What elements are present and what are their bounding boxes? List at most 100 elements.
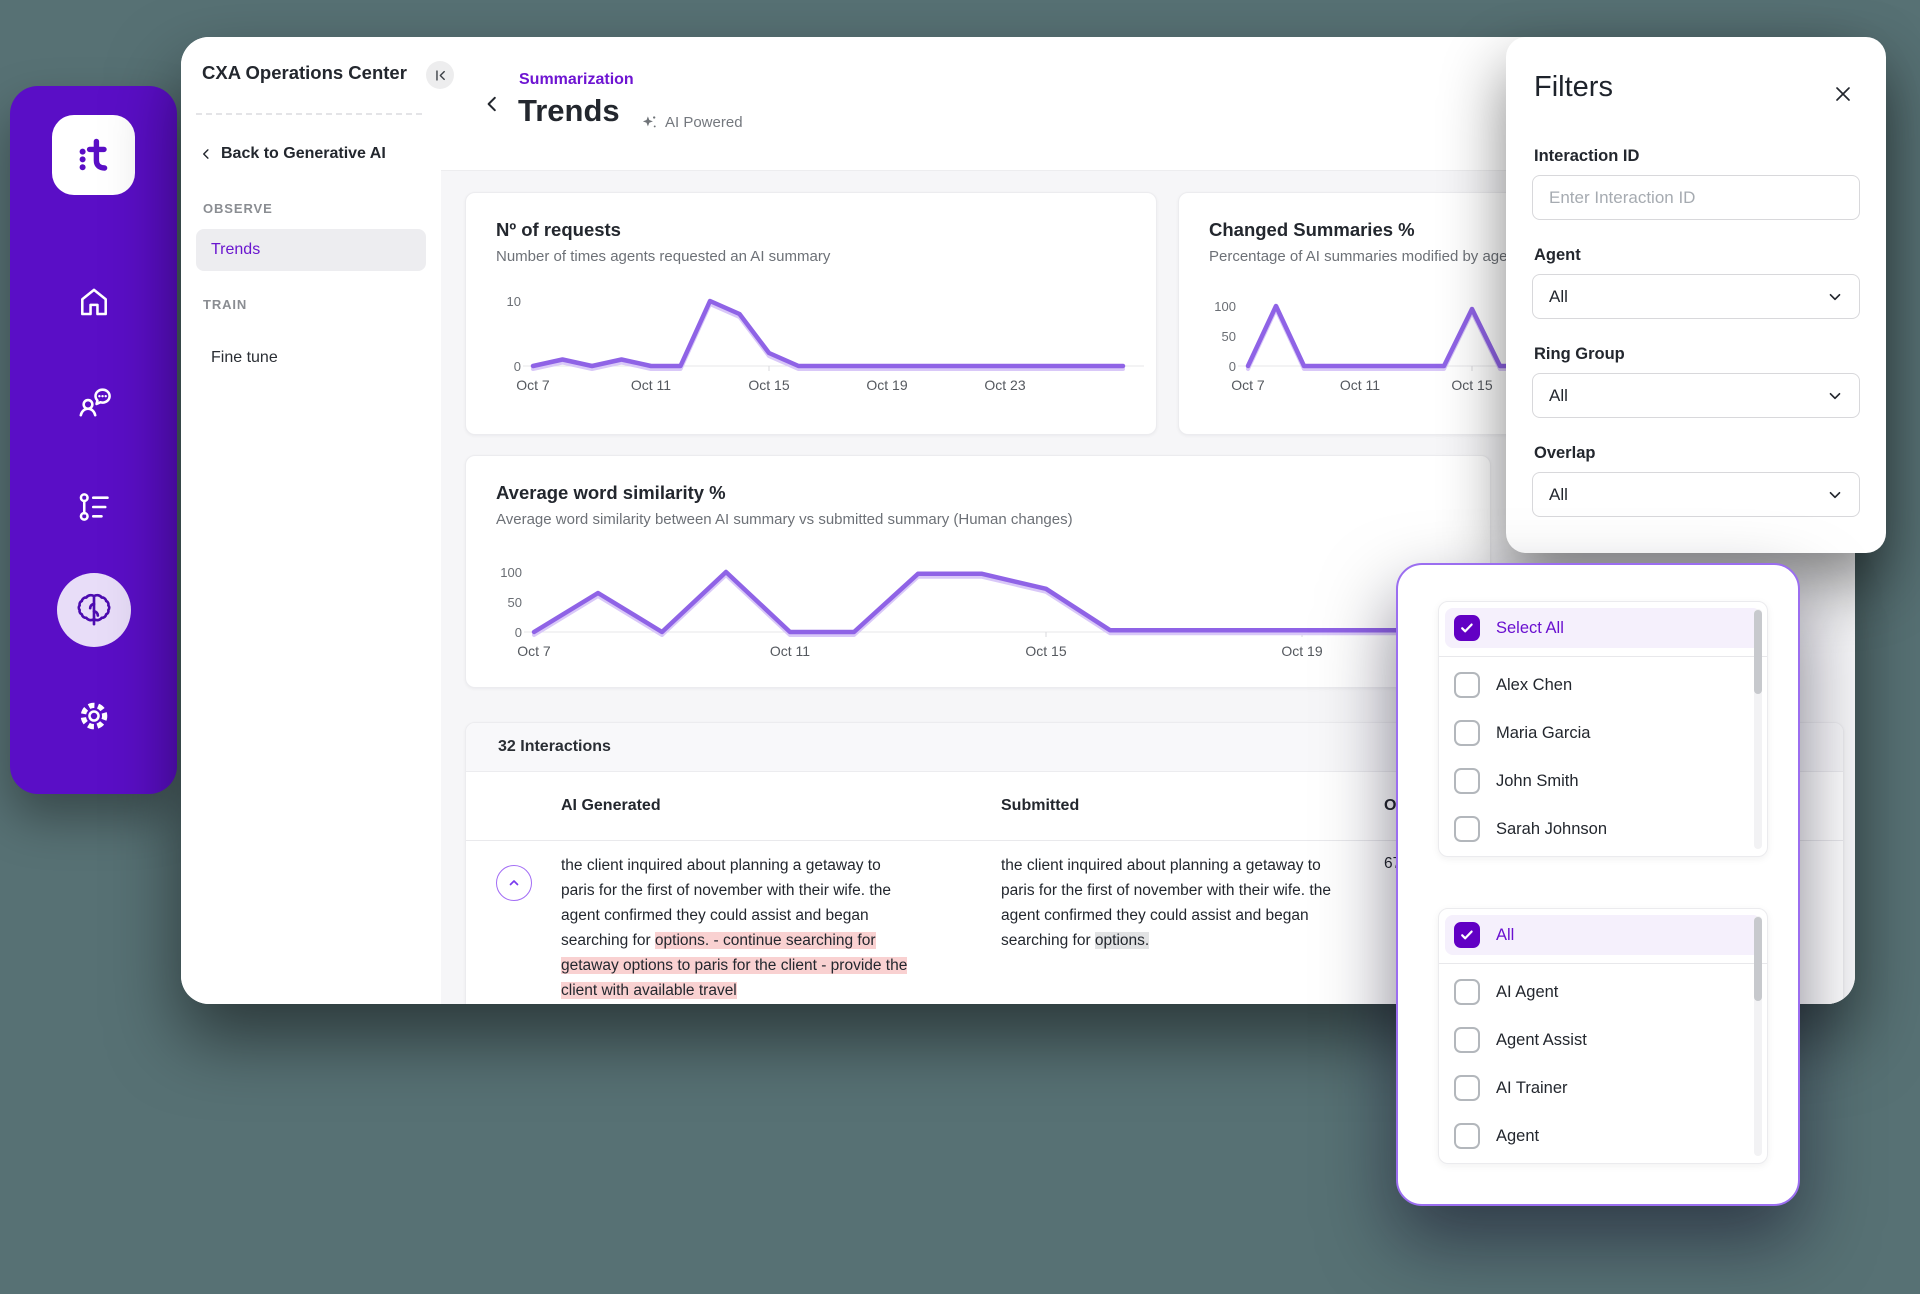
column-header-ai-generated: AI Generated <box>561 772 661 840</box>
column-header-submitted: Submitted <box>1001 772 1079 840</box>
checkbox[interactable] <box>1454 979 1480 1005</box>
list-divider <box>1439 963 1767 964</box>
back-link-label: Back to Generative AI <box>221 145 386 163</box>
svg-text:Oct 7: Oct 7 <box>517 643 551 659</box>
requests-line-chart: Oct 7Oct 11Oct 15Oct 19Oct 23010 <box>476 288 1148 408</box>
chevron-up-icon <box>506 875 522 891</box>
checkbox[interactable] <box>1454 1075 1480 1101</box>
word-similarity-line-chart: Oct 7Oct 11Oct 15Oct 19050100 <box>476 544 1476 672</box>
selected-value: All <box>1549 386 1568 406</box>
svg-text:Oct 11: Oct 11 <box>770 643 810 659</box>
operations-sidebar: CXA Operations Center Back to Generative… <box>181 37 442 1004</box>
filters-title: Filters <box>1534 71 1860 104</box>
option-label: AI Agent <box>1496 983 1558 1002</box>
svg-text:Oct 19: Oct 19 <box>866 377 907 393</box>
svg-text:0: 0 <box>1229 359 1236 374</box>
option-agent-assist[interactable]: Agent Assist <box>1445 1020 1761 1060</box>
chart-subtitle: Percentage of AI summaries modified by a… <box>1209 248 1487 265</box>
option-all[interactable]: All <box>1445 915 1761 955</box>
role-checkbox-list: All AI Agent Agent Assist AI Trainer <box>1438 908 1768 1164</box>
svg-text:100: 100 <box>1214 299 1236 314</box>
overlap-select[interactable]: All <box>1532 472 1860 517</box>
chart-card-changed-summaries: Changed Summaries % Percentage of AI sum… <box>1178 192 1518 435</box>
section-heading-observe: OBSERVE <box>203 201 273 216</box>
sidebar-title: CXA Operations Center <box>202 62 407 84</box>
talkdesk-logo[interactable] <box>52 115 135 195</box>
sidebar-item-fine-tune[interactable]: Fine tune <box>196 337 426 379</box>
option-label: John Smith <box>1496 772 1579 791</box>
field-label: Agent <box>1534 246 1860 265</box>
sidebar-item-trends[interactable]: Trends <box>196 229 426 271</box>
chevron-down-icon <box>1827 289 1843 305</box>
back-to-generative-ai-link[interactable]: Back to Generative AI <box>200 145 386 163</box>
svg-text:0: 0 <box>515 625 522 640</box>
option-john-smith[interactable]: John Smith <box>1445 761 1761 801</box>
svg-text:Oct 19: Oct 19 <box>1281 643 1322 659</box>
generative-ai-icon-active[interactable] <box>57 573 131 647</box>
chart-subtitle: Number of times agents requested an AI s… <box>496 248 1126 265</box>
interaction-id-input[interactable] <box>1532 175 1860 220</box>
back-button[interactable] <box>483 95 501 113</box>
selected-value: All <box>1549 485 1568 505</box>
filter-options-popover: Select All Alex Chen Maria Garcia John S <box>1396 563 1800 1206</box>
chart-card-requests: Nº of requests Number of times agents re… <box>465 192 1157 435</box>
option-select-all[interactable]: Select All <box>1445 608 1761 648</box>
option-alex-chen[interactable]: Alex Chen <box>1445 665 1761 705</box>
checkbox[interactable] <box>1454 922 1480 948</box>
filter-field-agent: Agent All <box>1532 246 1860 319</box>
checkbox[interactable] <box>1454 816 1480 842</box>
sidebar-item-label: Fine tune <box>211 349 278 367</box>
chart-title: Changed Summaries % <box>1209 219 1487 241</box>
option-sarah-johnson[interactable]: Sarah Johnson <box>1445 809 1761 849</box>
svg-text:Oct 11: Oct 11 <box>631 377 671 393</box>
option-label: Maria Garcia <box>1496 724 1590 743</box>
checkbox[interactable] <box>1454 768 1480 794</box>
scrollbar-thumb[interactable] <box>1754 917 1762 1001</box>
ai-generated-summary-cell: the client inquired about planning a get… <box>561 853 913 1003</box>
option-agent[interactable]: Agent <box>1445 1116 1761 1156</box>
field-label: Interaction ID <box>1534 147 1860 166</box>
svg-text:Oct 7: Oct 7 <box>516 377 550 393</box>
close-icon[interactable] <box>1830 81 1856 107</box>
option-label: Alex Chen <box>1496 676 1572 695</box>
agent-checkbox-list: Select All Alex Chen Maria Garcia John S <box>1438 601 1768 857</box>
svg-text:0: 0 <box>514 359 521 374</box>
option-maria-garcia[interactable]: Maria Garcia <box>1445 713 1761 753</box>
settings-gear-icon[interactable] <box>74 696 114 736</box>
svg-text:Oct 15: Oct 15 <box>1451 377 1492 393</box>
agent-select[interactable]: All <box>1532 274 1860 319</box>
svg-text:100: 100 <box>500 565 522 580</box>
scrollbar[interactable] <box>1754 609 1762 849</box>
sidebar-item-label: Trends <box>211 241 260 259</box>
selected-value: All <box>1549 287 1568 307</box>
option-label: Select All <box>1496 619 1564 638</box>
agents-conversation-icon[interactable] <box>74 382 114 422</box>
sidebar-collapse-button[interactable] <box>426 61 454 89</box>
checkbox[interactable] <box>1454 1123 1480 1149</box>
scrollbar[interactable] <box>1754 916 1762 1156</box>
checkbox[interactable] <box>1454 615 1480 641</box>
checkbox[interactable] <box>1454 1027 1480 1053</box>
checkbox[interactable] <box>1454 672 1480 698</box>
ai-powered-label: AI Powered <box>665 114 743 131</box>
option-ai-agent[interactable]: AI Agent <box>1445 972 1761 1012</box>
filter-field-ring-group: Ring Group All <box>1532 345 1860 418</box>
svg-text:10: 10 <box>507 294 521 309</box>
changed-summaries-line-chart: Oct 7Oct 11Oct 15050100 <box>1185 288 1515 408</box>
workflows-list-icon[interactable] <box>74 487 114 527</box>
home-icon[interactable] <box>74 282 114 322</box>
svg-text:Oct 11: Oct 11 <box>1340 377 1380 393</box>
chevron-down-icon <box>1827 388 1843 404</box>
row-collapse-button[interactable] <box>496 865 532 901</box>
filters-panel: Filters Interaction ID Agent All Ring Gr… <box>1506 37 1886 553</box>
talkdesk-logo-icon <box>70 131 118 179</box>
section-heading-train: TRAIN <box>203 297 247 312</box>
option-ai-trainer[interactable]: AI Trainer <box>1445 1068 1761 1108</box>
scrollbar-thumb[interactable] <box>1754 610 1762 694</box>
checkbox[interactable] <box>1454 720 1480 746</box>
submitted-summary-cell: the client inquired about planning a get… <box>1001 853 1353 953</box>
ring-group-select[interactable]: All <box>1532 373 1860 418</box>
chevron-left-icon <box>200 148 212 160</box>
page-title: Trends <box>518 93 620 129</box>
svg-text:Oct 7: Oct 7 <box>1231 377 1265 393</box>
